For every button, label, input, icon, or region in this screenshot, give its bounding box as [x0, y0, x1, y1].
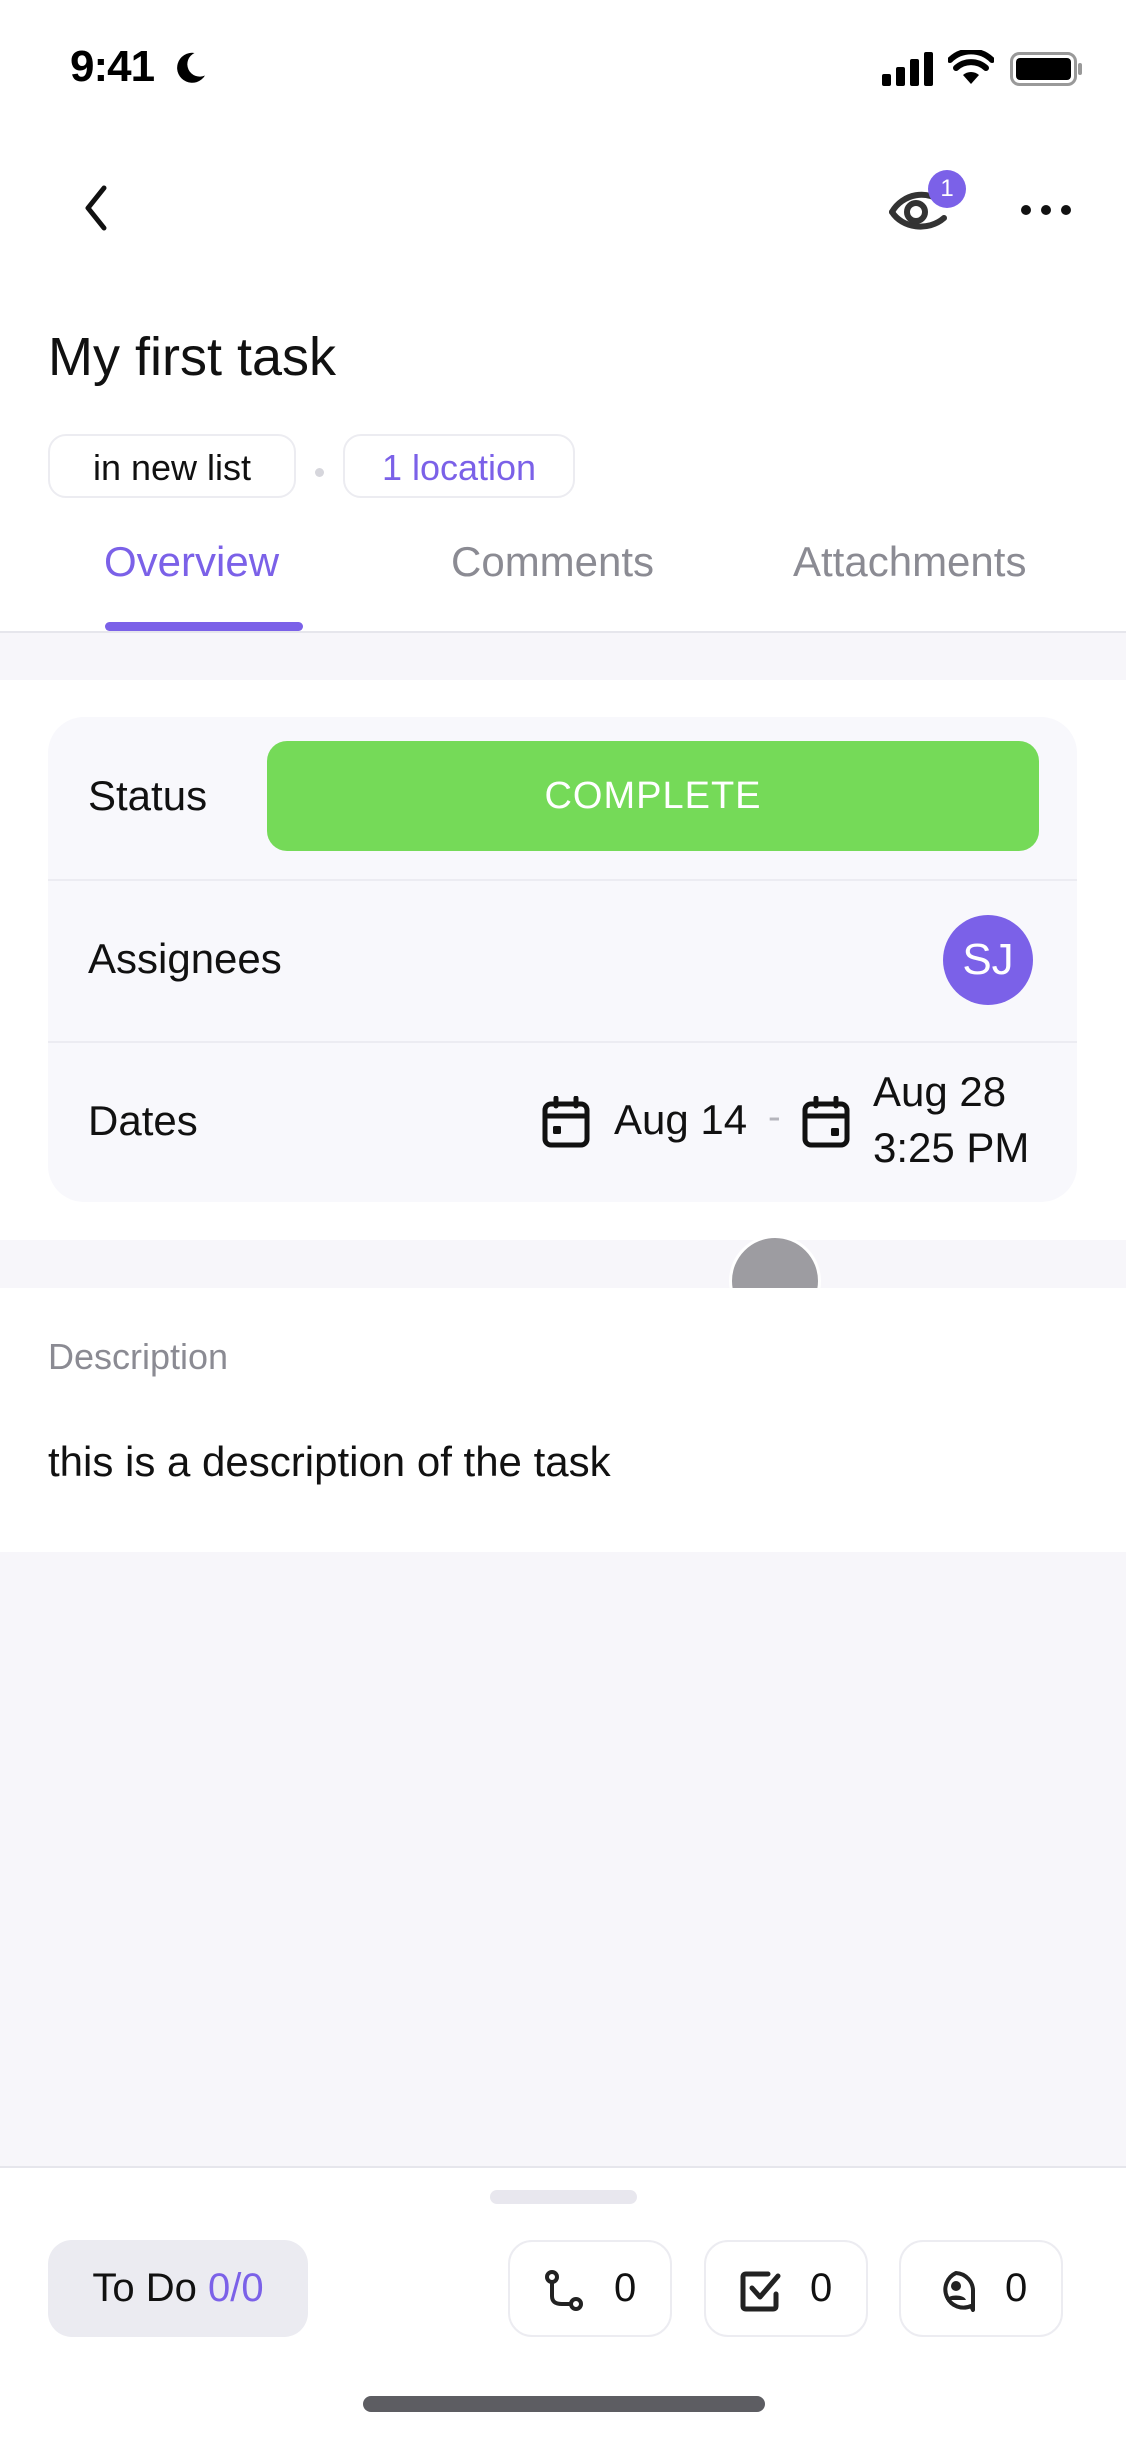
start-date[interactable]: Aug 14 — [614, 1096, 747, 1144]
back-button[interactable] — [70, 178, 122, 238]
location-chip[interactable]: 1 location — [343, 434, 575, 498]
todo-button[interactable]: To Do 0/0 — [48, 2240, 308, 2337]
todo-label: To Do — [92, 2266, 197, 2310]
status-label: Status — [88, 772, 208, 819]
assignee-avatar[interactable]: SJ — [943, 915, 1033, 1005]
due-date-time: 3:25 PM — [873, 1124, 1030, 1171]
start-date-calendar-icon — [542, 1096, 590, 1148]
checklist-count: 0 — [810, 2266, 833, 2310]
cellular-signal-icon — [882, 52, 933, 86]
dates-label: Dates — [88, 1097, 198, 1144]
status-bar-time: 9:41 — [70, 42, 155, 91]
description-section — [0, 1288, 1126, 1552]
row-divider — [48, 879, 1077, 881]
active-tab-indicator — [105, 622, 303, 631]
wifi-icon — [948, 50, 994, 84]
tabs-divider — [0, 631, 1126, 633]
status-button[interactable]: COMPLETE — [267, 741, 1039, 851]
tab-overview[interactable]: Overview — [104, 538, 279, 586]
assignees-label: Assignees — [88, 935, 282, 982]
more-options-button[interactable] — [1018, 190, 1074, 230]
due-date-calendar-icon — [802, 1096, 850, 1148]
mentions-button[interactable]: 0 — [899, 2240, 1063, 2337]
mentions-count: 0 — [1005, 2266, 1028, 2310]
home-indicator[interactable] — [363, 2396, 765, 2412]
dependencies-button[interactable]: 0 — [508, 2240, 672, 2337]
checklist-icon — [740, 2271, 781, 2312]
checklist-button[interactable]: 0 — [704, 2240, 868, 2337]
chip-separator-dot — [315, 468, 324, 477]
tab-attachments[interactable]: Attachments — [793, 538, 1026, 586]
watchers-count-badge: 1 — [928, 170, 966, 208]
watchers-button[interactable]: 1 — [888, 170, 968, 240]
sheet-drag-handle[interactable] — [490, 2190, 637, 2204]
description-text[interactable]: this is a description of the task — [48, 1438, 611, 1486]
date-range-separator: - — [768, 1096, 781, 1138]
moon-icon — [177, 52, 205, 83]
row-divider — [48, 1041, 1077, 1043]
list-chip[interactable]: in new list — [48, 434, 296, 498]
dependencies-count: 0 — [614, 2266, 637, 2310]
mentions-icon — [943, 2271, 976, 2312]
tab-comments[interactable]: Comments — [451, 538, 654, 586]
todo-count: 0/0 — [208, 2266, 264, 2310]
dependencies-icon — [545, 2270, 583, 2311]
due-date[interactable]: Aug 28 3:25 PM — [873, 1064, 1029, 1176]
task-title[interactable]: My first task — [48, 326, 336, 388]
due-date-day: Aug 28 — [873, 1068, 1007, 1115]
description-label: Description — [48, 1336, 229, 1377]
battery-icon — [1010, 52, 1082, 86]
